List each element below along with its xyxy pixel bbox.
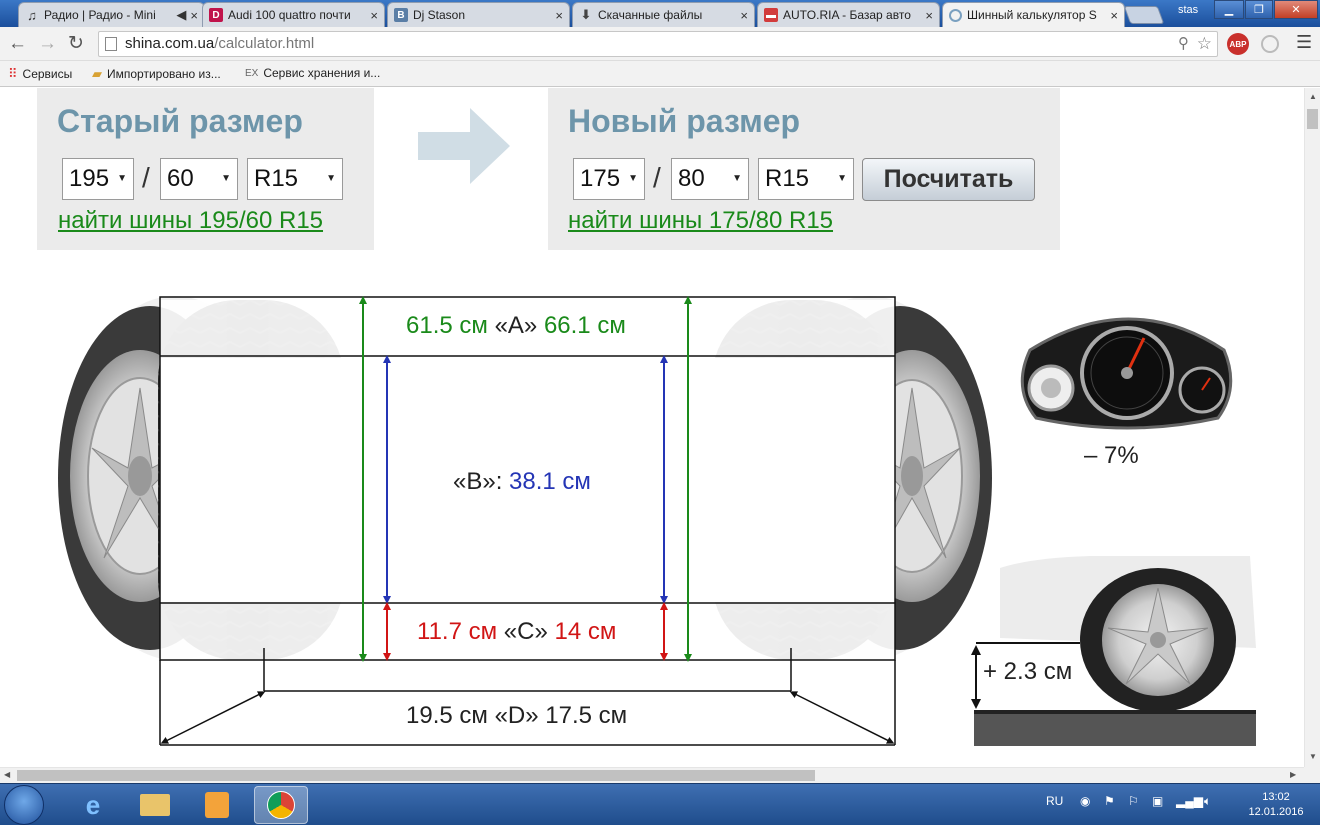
- taskbar-chrome[interactable]: [254, 786, 308, 824]
- car-icon: ▬: [764, 8, 778, 22]
- browser-toolbar: ← → ↻ shina.com.ua/calculator.html ⚲ ☆: [0, 27, 1320, 61]
- close-icon[interactable]: ×: [190, 8, 198, 23]
- page-icon: [105, 37, 117, 51]
- vertical-scroll-thumb[interactable]: [1307, 109, 1318, 129]
- volume-icon[interactable]: 🔈︎: [1204, 794, 1211, 809]
- zoom-icon[interactable]: ⚲: [1178, 32, 1189, 56]
- bookmark-imported[interactable]: ▰ Импортировано из...: [92, 66, 221, 82]
- url-path: /calculator.html: [214, 35, 315, 52]
- scrollbar-corner: [1304, 767, 1320, 783]
- maximize-button[interactable]: ❐: [1245, 0, 1273, 19]
- taskbar-internet-explorer[interactable]: e: [66, 786, 120, 824]
- forward-icon[interactable]: →: [38, 33, 57, 55]
- close-icon[interactable]: ×: [740, 8, 748, 23]
- profile-name[interactable]: stas: [1178, 4, 1198, 16]
- vertical-scrollbar[interactable]: ▲ ▼: [1304, 88, 1320, 767]
- folder-icon: [140, 794, 170, 816]
- url-host: shina.com.ua: [125, 35, 215, 52]
- taskbar-file-explorer[interactable]: [128, 786, 182, 824]
- close-window-button[interactable]: ✕: [1274, 0, 1318, 19]
- page-content: Старый размер 195 ▼ / 60 ▼ R15 ▼ найти шины…: [0, 88, 1304, 767]
- scroll-left-icon[interactable]: ◀: [4, 770, 10, 779]
- d-logo-icon: D: [209, 8, 223, 22]
- scroll-down-icon[interactable]: ▼: [1309, 752, 1317, 761]
- media-player-icon: [205, 792, 229, 818]
- horizontal-scrollbar[interactable]: ◀ ▶: [0, 767, 1304, 783]
- bookmark-storage-service[interactable]: EX Сервис хранения и...: [245, 66, 380, 80]
- ex-icon: EX: [245, 67, 259, 79]
- signal-tray-icon[interactable]: ▂▄▆: [1176, 794, 1203, 808]
- network-tray-icon[interactable]: ⚑: [1104, 794, 1115, 808]
- tab-audi[interactable]: D Audi 100 quattro почти ×: [202, 2, 385, 27]
- address-bar[interactable]: shina.com.ua/calculator.html ⚲ ☆: [98, 31, 1218, 57]
- bookmarks-bar: ⠿ Сервисы ▰ Импортировано из... EX Серви…: [0, 61, 1320, 87]
- tab-downloads[interactable]: ⬇ Скачанные файлы ×: [572, 2, 755, 27]
- download-icon: ⬇: [580, 7, 592, 22]
- clearance-change-label: + 2.3 см: [983, 658, 1073, 685]
- shina-logo-icon: [949, 8, 962, 22]
- chrome-tray-icon[interactable]: ◉: [1080, 794, 1090, 808]
- scroll-up-icon[interactable]: ▲: [1309, 92, 1317, 101]
- dimension-a-label: 61.5 см «A» 66.1 см: [406, 312, 626, 339]
- new-tab-button[interactable]: [1123, 6, 1165, 24]
- horizontal-scroll-thumb[interactable]: [17, 770, 815, 781]
- dimension-b-label: «B»: 38.1 см: [453, 468, 591, 495]
- close-icon[interactable]: ×: [1110, 8, 1118, 23]
- start-button[interactable]: [4, 785, 44, 825]
- device-tray-icon[interactable]: ▣: [1152, 794, 1163, 808]
- star-icon[interactable]: ☆: [1197, 32, 1212, 56]
- back-icon[interactable]: ←: [8, 33, 27, 55]
- music-note-icon: ♫: [27, 7, 37, 23]
- tab-dj-stason[interactable]: B Dj Stason ×: [387, 2, 570, 27]
- tire-diagram: [58, 296, 1256, 746]
- adblock-icon[interactable]: ABP: [1227, 33, 1249, 55]
- minimize-button[interactable]: ▁: [1214, 0, 1244, 19]
- speaker-icon[interactable]: ◀: [176, 7, 186, 23]
- close-icon[interactable]: ×: [555, 8, 563, 23]
- reload-icon[interactable]: ↻: [68, 33, 84, 55]
- dimension-d-arrow-right: [789, 691, 895, 744]
- tab-autoria[interactable]: ▬ AUTO.RIA - Базар авто ×: [757, 2, 940, 27]
- dimension-d-label: 19.5 см «D» 17.5 см: [406, 702, 628, 729]
- car-clearance-image: [971, 556, 1256, 746]
- folder-icon: ▰: [92, 66, 102, 81]
- taskbar-media-player[interactable]: [190, 786, 244, 824]
- flag-tray-icon[interactable]: ⚐: [1128, 794, 1139, 808]
- extension-icon[interactable]: [1261, 35, 1279, 53]
- system-clock[interactable]: 13:02 12.01.2016: [1236, 790, 1316, 820]
- tab-shina-calculator[interactable]: Шинный калькулятор S ×: [942, 2, 1125, 27]
- scroll-right-icon[interactable]: ▶: [1290, 770, 1296, 779]
- apps-grid-icon: ⠿: [8, 66, 18, 81]
- dimension-c-label: 11.7 см «C» 14 см: [417, 618, 617, 645]
- tab-radio[interactable]: ♫ Радио | Радио - Mini ◀ ×: [18, 2, 205, 27]
- internet-explorer-icon: e: [85, 789, 101, 820]
- close-icon[interactable]: ×: [370, 8, 378, 23]
- language-indicator[interactable]: RU: [1046, 794, 1063, 808]
- windows-taskbar: e RU ◉ ⚑ ⚐ ▣ ▂▄▆ 🔈︎ 13:02 12.01.2016: [0, 783, 1320, 825]
- dimension-d-arrow-left: [160, 691, 266, 744]
- b-logo-icon: B: [394, 8, 408, 22]
- bookmark-services[interactable]: ⠿ Сервисы: [8, 66, 72, 82]
- close-icon[interactable]: ×: [925, 8, 933, 23]
- speed-change-label: – 7%: [1084, 442, 1139, 469]
- menu-icon[interactable]: ☰: [1296, 32, 1312, 53]
- tab-strip: ♫ Радио | Радио - Mini ◀ × D Audi 100 qu…: [0, 0, 1320, 27]
- speedometer-icon: [1020, 317, 1233, 430]
- chrome-icon: [267, 791, 295, 819]
